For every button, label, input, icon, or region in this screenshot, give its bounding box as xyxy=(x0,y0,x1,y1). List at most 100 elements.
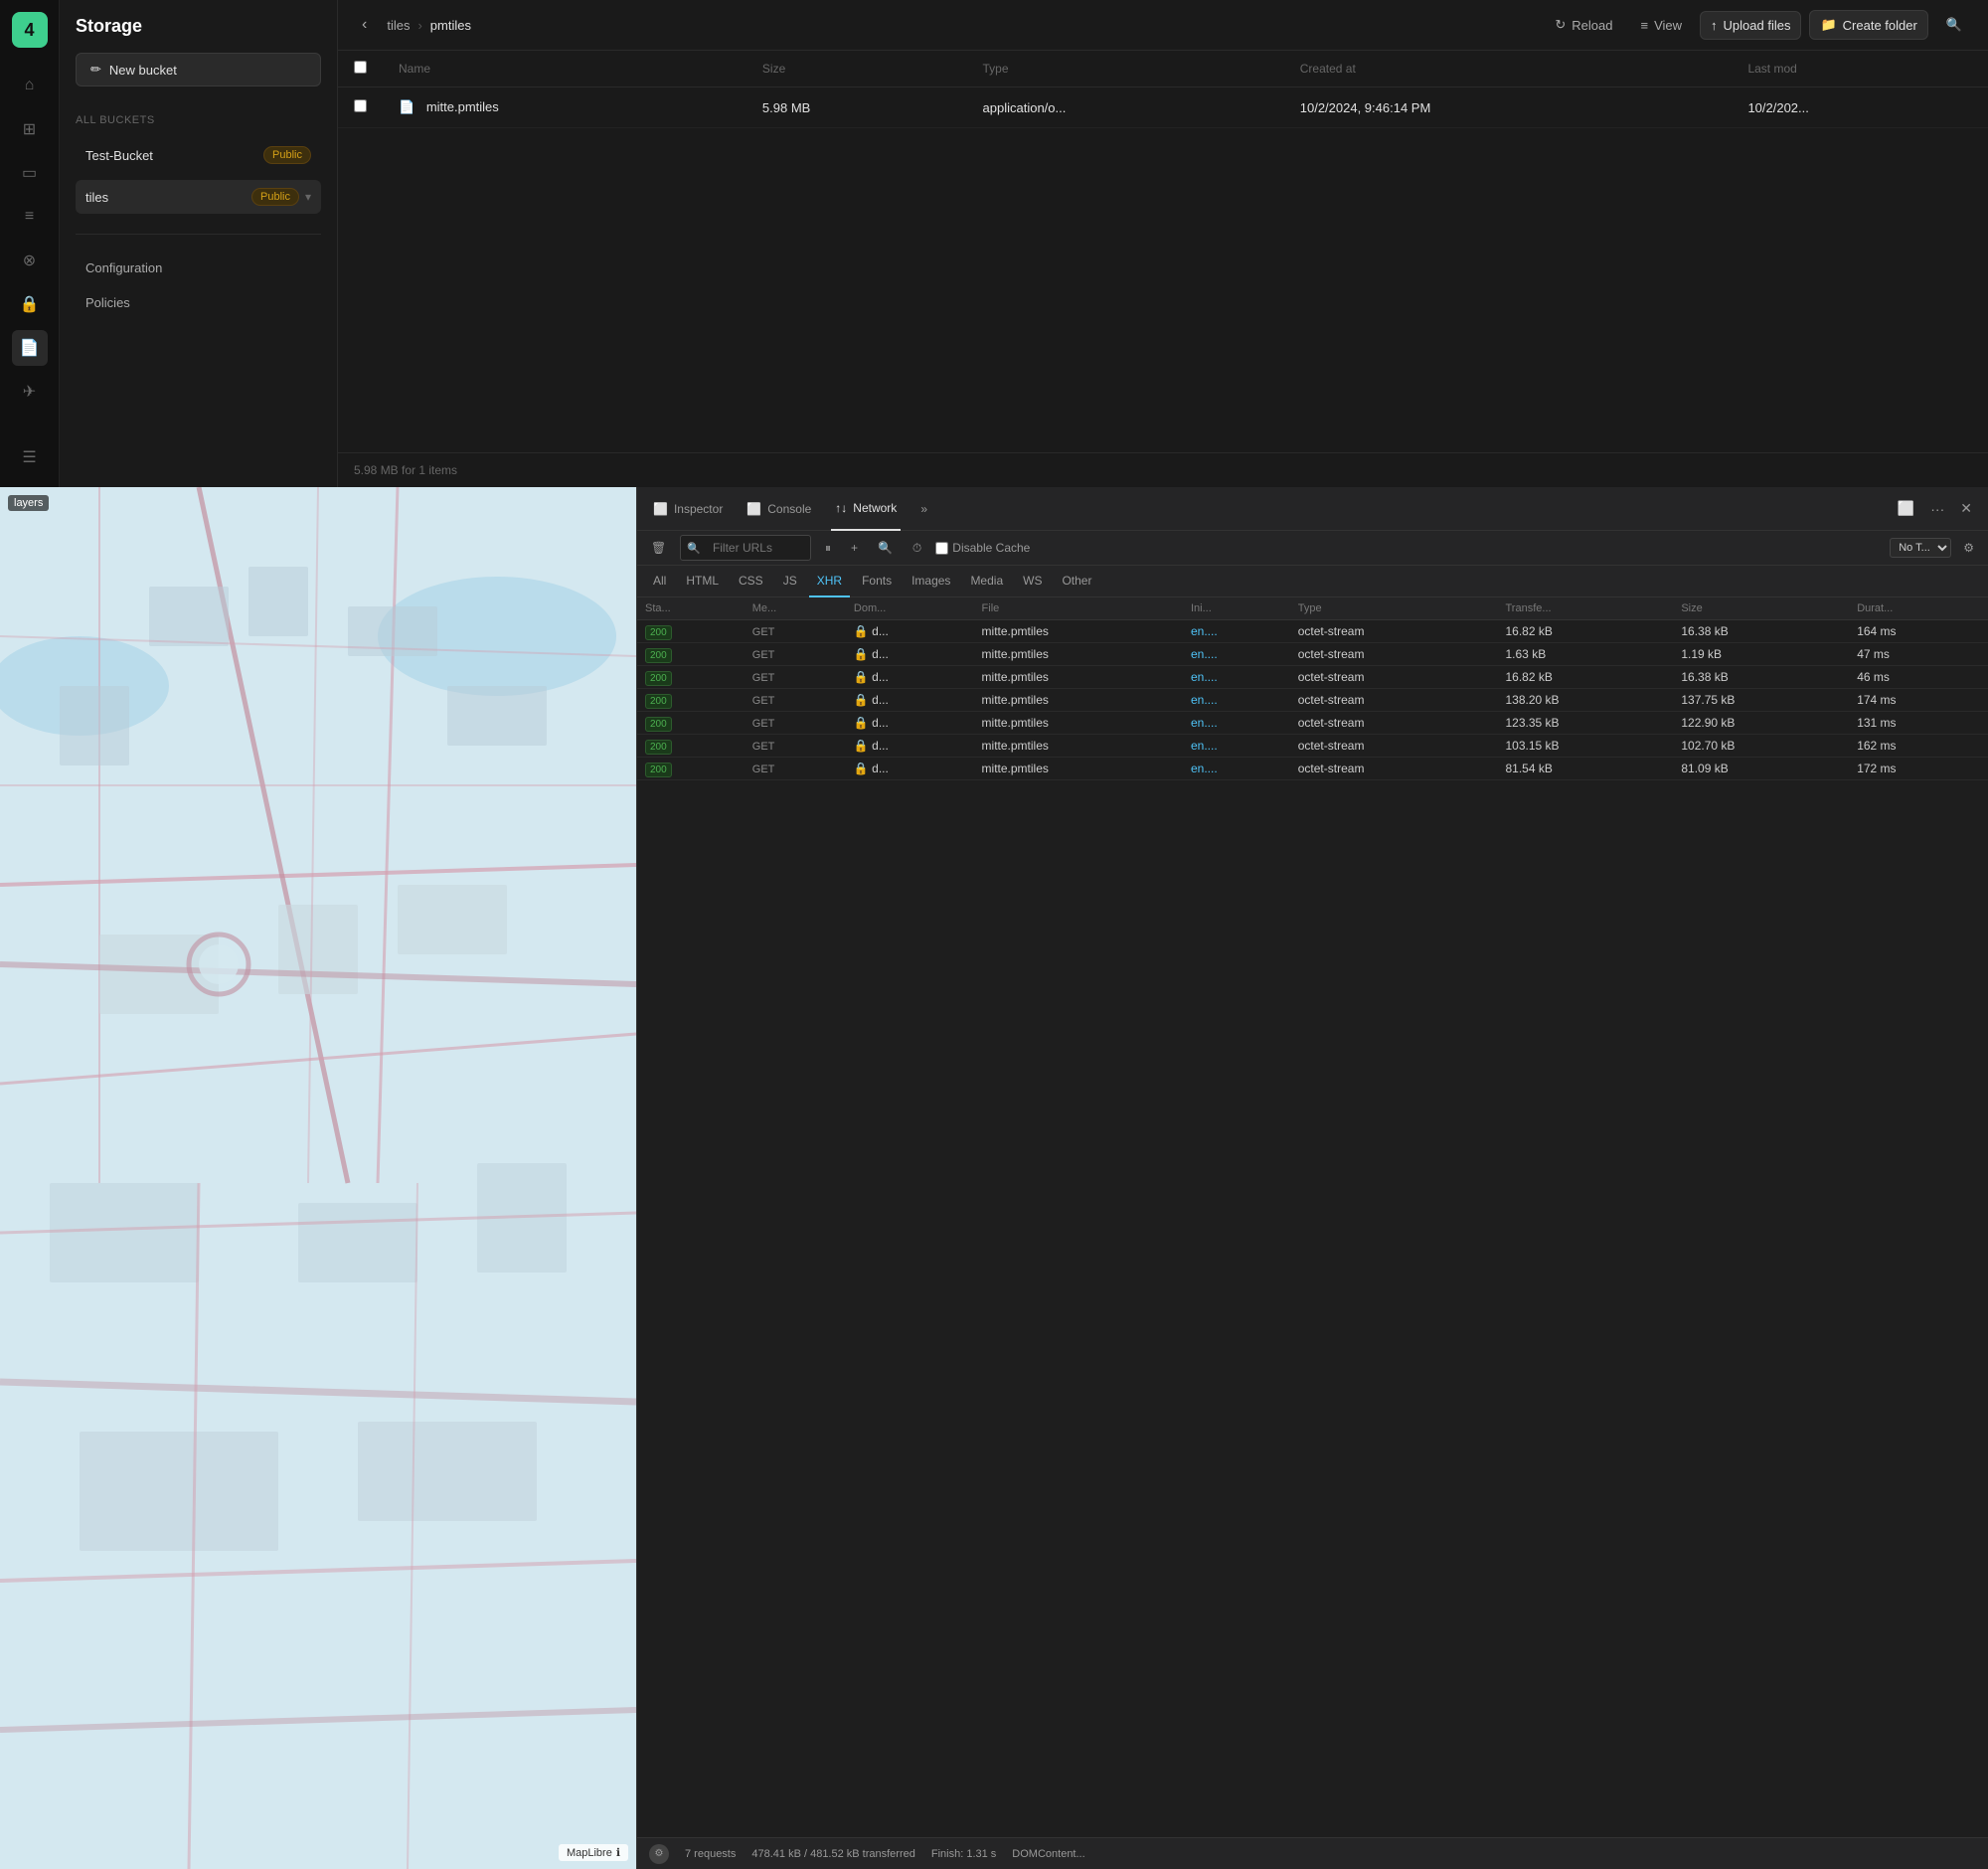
req-size: 16.38 kB xyxy=(1673,666,1849,689)
req-initiator: en.... xyxy=(1183,712,1290,735)
bucket-item-tiles[interactable]: tiles Public ▾ xyxy=(76,180,321,214)
devtools-tab-network[interactable]: ↑↓ Network xyxy=(831,487,901,531)
bottom-section: layers xyxy=(0,487,1988,1869)
map-visualization xyxy=(0,487,636,1869)
copy-panel-button[interactable]: ⬜ xyxy=(1894,496,1918,521)
timer-button[interactable]: ⏱ xyxy=(907,538,927,559)
req-duration: 47 ms xyxy=(1849,643,1988,666)
breadcrumb-parent[interactable]: tiles xyxy=(387,18,410,33)
net-type-fonts[interactable]: Fonts xyxy=(854,566,900,597)
network-settings-button[interactable]: ⚙ xyxy=(1957,538,1980,558)
net-type-ws[interactable]: WS xyxy=(1015,566,1050,597)
req-status: 200 xyxy=(637,735,745,758)
req-type: octet-stream xyxy=(1290,643,1498,666)
nav-logs-icon[interactable]: ☰ xyxy=(12,439,48,475)
net-type-all[interactable]: All xyxy=(645,566,674,597)
devtools-tab-more[interactable]: » xyxy=(916,487,931,531)
req-initiator: en.... xyxy=(1183,666,1290,689)
network-request-row[interactable]: 200 GET 🔒 d... mitte.pmtiles en.... octe… xyxy=(637,758,1988,780)
footer-finish: Finish: 1.31 s xyxy=(931,1848,996,1860)
network-request-row[interactable]: 200 GET 🔒 d... mitte.pmtiles en.... octe… xyxy=(637,712,1988,735)
bucket-item-test[interactable]: Test-Bucket Public xyxy=(76,138,321,172)
network-request-row[interactable]: 200 GET 🔒 d... mitte.pmtiles en.... octe… xyxy=(637,643,1988,666)
req-domain: 🔒 d... xyxy=(846,666,974,689)
req-transferred: 123.35 kB xyxy=(1498,712,1674,735)
nav-list-icon[interactable]: ≡ xyxy=(12,199,48,235)
filter-urls-input[interactable] xyxy=(705,538,804,558)
req-status: 200 xyxy=(637,758,745,780)
req-duration: 46 ms xyxy=(1849,666,1988,689)
net-type-css[interactable]: CSS xyxy=(731,566,771,597)
new-bucket-label: New bucket xyxy=(109,63,177,78)
disable-cache-checkbox[interactable] xyxy=(935,542,948,555)
row-checkbox[interactable] xyxy=(354,99,367,112)
footer-requests: 7 requests xyxy=(685,1848,736,1860)
req-transferred: 1.63 kB xyxy=(1498,643,1674,666)
app-logo: 4 xyxy=(12,12,48,48)
sidebar-item-configuration[interactable]: Configuration xyxy=(76,255,321,281)
bucket-badge-tiles: Public xyxy=(251,188,299,206)
req-domain: 🔒 d... xyxy=(846,643,974,666)
req-file: mitte.pmtiles xyxy=(974,758,1183,780)
disable-cache-label[interactable]: Disable Cache xyxy=(935,541,1030,555)
sidebar-item-policies[interactable]: Policies xyxy=(76,289,321,316)
table-row[interactable]: 📄 mitte.pmtiles 5.98 MB application/o...… xyxy=(338,87,1988,128)
devtools-tab-inspector[interactable]: ⬜ Inspector xyxy=(649,487,727,531)
nav-lock-icon[interactable]: 🔒 xyxy=(12,286,48,322)
network-request-row[interactable]: 200 GET 🔒 d... mitte.pmtiles en.... octe… xyxy=(637,689,1988,712)
network-request-row[interactable]: 200 GET 🔒 d... mitte.pmtiles en.... octe… xyxy=(637,735,1988,758)
bucket-name-tiles: tiles xyxy=(85,190,108,205)
footer-icon: ⚙ xyxy=(649,1844,669,1864)
file-lastmod: 10/2/202... xyxy=(1732,87,1988,128)
req-size: 1.19 kB xyxy=(1673,643,1849,666)
req-status: 200 xyxy=(637,666,745,689)
req-method: GET xyxy=(745,758,846,780)
reload-button[interactable]: ↻ Reload xyxy=(1545,11,1622,39)
req-type: octet-stream xyxy=(1290,712,1498,735)
all-buckets-label: All buckets xyxy=(76,114,321,126)
nav-table-icon[interactable]: ⊞ xyxy=(12,111,48,147)
network-request-row[interactable]: 200 GET 🔒 d... mitte.pmtiles en.... octe… xyxy=(637,620,1988,643)
network-request-row[interactable]: 200 GET 🔒 d... mitte.pmtiles en.... octe… xyxy=(637,666,1988,689)
new-bucket-button[interactable]: ✏ New bucket xyxy=(76,53,321,86)
req-size: 16.38 kB xyxy=(1673,620,1849,643)
breadcrumb: tiles › pmtiles xyxy=(387,18,471,33)
req-method: GET xyxy=(745,620,846,643)
devtools-tab-console[interactable]: ⬜ Console xyxy=(743,487,815,531)
close-devtools-button[interactable]: ✕ xyxy=(1956,496,1976,521)
net-type-js[interactable]: JS xyxy=(775,566,805,597)
net-type-xhr[interactable]: XHR xyxy=(809,566,850,597)
back-button[interactable]: ‹ xyxy=(354,12,375,38)
search-button[interactable]: 🔍 xyxy=(1936,11,1972,39)
pause-recording-button[interactable]: ⏸ xyxy=(819,538,837,559)
file-type: application/o... xyxy=(967,87,1284,128)
clear-requests-button[interactable]: 🗑 xyxy=(645,538,672,558)
net-type-other[interactable]: Other xyxy=(1054,566,1099,597)
col-initiator: Ini... xyxy=(1183,597,1290,620)
devtools-panel: ⬜ Inspector ⬜ Console ↑↓ Network » ⬜ ···… xyxy=(636,487,1988,1869)
upload-button[interactable]: ↑ Upload files xyxy=(1700,11,1801,40)
net-type-html[interactable]: HTML xyxy=(678,566,727,597)
req-domain: 🔒 d... xyxy=(846,620,974,643)
nav-database-icon[interactable]: ⊗ xyxy=(12,243,48,278)
nav-terminal-icon[interactable]: ▭ xyxy=(12,155,48,191)
add-filter-button[interactable]: + xyxy=(845,538,864,558)
col-file: File xyxy=(974,597,1183,620)
view-button[interactable]: ≡ View xyxy=(1630,12,1692,39)
status-bar: 5.98 MB for 1 items xyxy=(338,452,1988,487)
nav-home-icon[interactable]: ⌂ xyxy=(12,68,48,103)
throttle-select[interactable]: No T... xyxy=(1890,538,1951,558)
req-size: 122.90 kB xyxy=(1673,712,1849,735)
search-requests-button[interactable]: 🔍 xyxy=(872,538,899,558)
req-duration: 162 ms xyxy=(1849,735,1988,758)
net-type-media[interactable]: Media xyxy=(962,566,1011,597)
select-all-checkbox[interactable] xyxy=(354,61,367,74)
nav-deploy-icon[interactable]: ✈ xyxy=(12,374,48,410)
more-options-button[interactable]: ··· xyxy=(1926,497,1948,521)
devtools-footer: ⚙ 7 requests 478.41 kB / 481.52 kB trans… xyxy=(637,1837,1988,1869)
req-size: 102.70 kB xyxy=(1673,735,1849,758)
req-type: octet-stream xyxy=(1290,620,1498,643)
create-folder-button[interactable]: 📁 Create folder xyxy=(1809,10,1927,40)
net-type-images[interactable]: Images xyxy=(904,566,958,597)
nav-storage-icon[interactable]: 📄 xyxy=(12,330,48,366)
